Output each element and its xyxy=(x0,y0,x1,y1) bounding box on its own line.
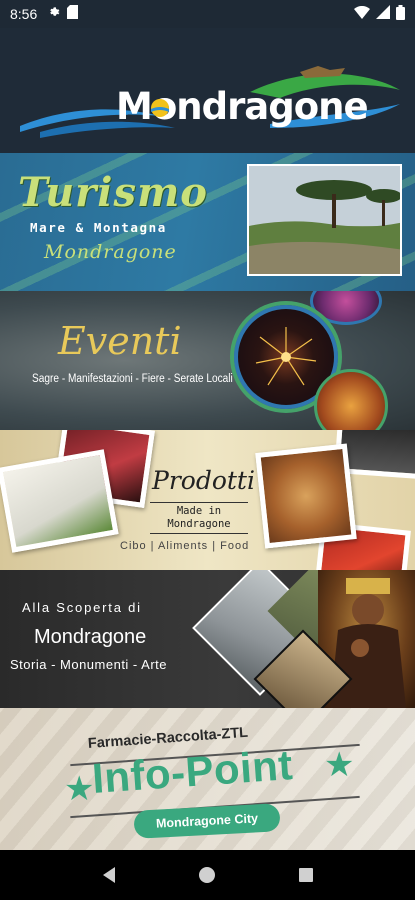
made-line-2: Mondragone xyxy=(167,518,231,531)
recents-icon xyxy=(298,868,313,882)
home-icon xyxy=(199,867,216,883)
banner-eventi[interactable]: Eventi Sagre - Manifestazioni - Fiere - … xyxy=(0,291,415,430)
made-in-label: Made in Mondragone xyxy=(150,502,248,535)
pastry-photo xyxy=(255,443,357,549)
banner-subtitle: Storia - Monumenti - Arte xyxy=(10,657,167,672)
banner-title: Info-Point xyxy=(90,741,295,802)
app-header: Mondragone xyxy=(0,28,415,153)
battery-icon xyxy=(396,4,405,24)
recents-button[interactable] xyxy=(286,855,326,895)
signal-icon xyxy=(376,5,390,23)
landscape-photo xyxy=(247,164,402,276)
banner-title: Turismo xyxy=(18,169,208,216)
banner-subtitle: Sagre - Manifestazioni - Fiere - Serate … xyxy=(32,373,233,385)
banner-info-point[interactable]: Farmacie-Raccolta-ZTL Info-Point ★ ★ Mon… xyxy=(0,708,415,850)
banner-scoperta[interactable]: Alla Scoperta di Mondragone Storia - Mon… xyxy=(0,570,415,708)
banner-title: Eventi xyxy=(58,319,182,363)
back-button[interactable] xyxy=(89,855,129,895)
banner-kicker: Alla Scoperta di xyxy=(22,600,142,615)
banner-title: Prodotti xyxy=(152,466,255,495)
banner-title: Mondragone xyxy=(34,626,147,648)
system-nav-bar xyxy=(0,850,415,900)
star-icon: ★ xyxy=(324,745,355,785)
back-icon xyxy=(103,867,116,883)
crowd-photo-circle xyxy=(314,369,388,430)
status-bar: 8:56 xyxy=(0,0,415,28)
logo-sun-icon xyxy=(151,99,169,117)
banner-turismo[interactable]: Turismo Mare & Montagna Mondragone xyxy=(0,153,415,291)
home-button[interactable] xyxy=(187,855,227,895)
mozzarella-photo xyxy=(0,449,119,553)
wifi-icon xyxy=(354,5,370,23)
banner-subtitle: Mare & Montagna xyxy=(30,220,167,235)
status-time: 8:56 xyxy=(10,6,38,22)
phone-screen: 8:56 Mondragone Turismo Mare & Montagna … xyxy=(0,0,415,900)
gear-icon xyxy=(47,5,61,23)
city-badge: Mondragone City xyxy=(133,803,281,839)
sim-card-icon xyxy=(67,5,79,23)
made-line-1: Made in xyxy=(176,505,222,517)
star-icon: ★ xyxy=(64,769,95,809)
banner-prodotti[interactable]: Prodotti Made in Mondragone Cibo | Alime… xyxy=(0,430,415,570)
banner-tagline: Mondragone xyxy=(44,241,177,263)
banner-subtitle: Cibo | Aliments | Food xyxy=(120,540,250,552)
